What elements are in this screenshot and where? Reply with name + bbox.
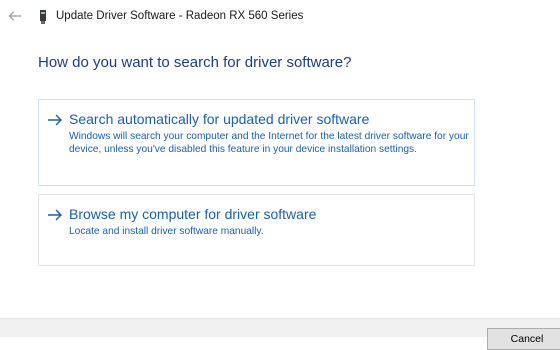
display-adapter-icon <box>40 10 46 24</box>
option-title: Browse my computer for driver software <box>69 206 317 222</box>
arrow-right-icon <box>48 114 62 126</box>
browse-computer-option[interactable]: Browse my computer for driver software L… <box>38 194 475 266</box>
title-bar: Update Driver Software - Radeon RX 560 S… <box>0 0 560 34</box>
page-heading: How do you want to search for driver sof… <box>38 54 352 71</box>
option-title: Search automatically for updated driver … <box>69 111 370 127</box>
window-title: Update Driver Software - Radeon RX 560 S… <box>56 10 304 22</box>
back-button[interactable] <box>6 8 24 24</box>
dialog-footer: Cancel <box>0 318 560 350</box>
option-description: Locate and install driver software manua… <box>69 226 264 237</box>
option-description: Windows will search your computer and th… <box>69 131 469 156</box>
back-arrow-icon <box>8 11 21 21</box>
search-automatically-option[interactable]: Search automatically for updated driver … <box>38 99 475 186</box>
arrow-right-icon <box>48 209 62 221</box>
cancel-button[interactable]: Cancel <box>487 328 560 350</box>
